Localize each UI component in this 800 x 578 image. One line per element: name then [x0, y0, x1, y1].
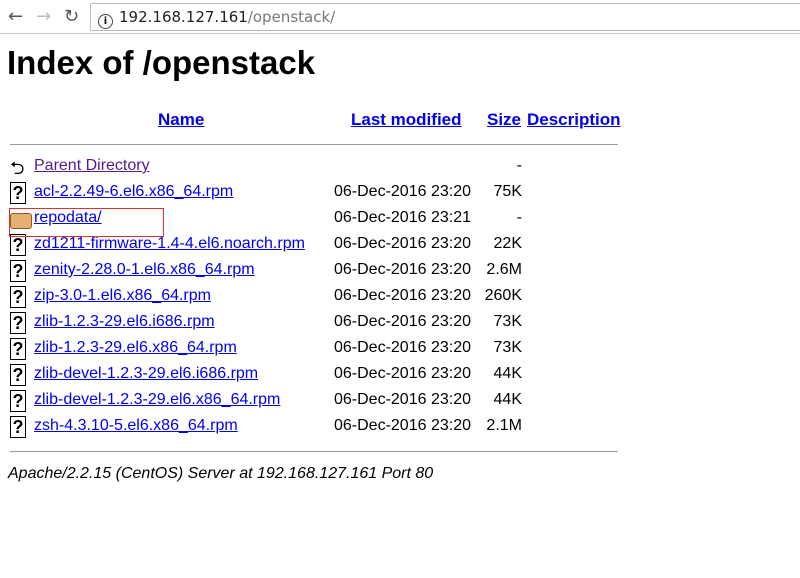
file-row: ? zlib-1.2.3-29.el6.i686.rpm 06-Dec-2016 2…	[0, 311, 620, 337]
last-modified: 06-Dec-2016 23:20	[334, 313, 471, 330]
sort-by-modified-link[interactable]: Last modified	[351, 110, 462, 130]
unknown-file-icon: ?	[10, 286, 26, 308]
file-link[interactable]: zip-3.0-1.el6.x86_64.rpm	[34, 287, 211, 305]
sort-by-size-link[interactable]: Size	[487, 110, 521, 130]
last-modified: 06-Dec-2016 23:20	[334, 365, 471, 382]
file-size: 73K	[493, 313, 522, 330]
file-link[interactable]: zlib-1.2.3-29.el6.x86_64.rpm	[34, 339, 237, 357]
file-size: 2.6M	[486, 261, 522, 278]
divider	[10, 144, 618, 145]
back-icon: ⮌	[10, 158, 25, 178]
file-size: 22K	[493, 235, 522, 252]
file-link[interactable]: zenity-2.28.0-1.el6.x86_64.rpm	[34, 261, 255, 279]
address-bar[interactable]: i 192.168.127.161/openstack/	[90, 3, 800, 31]
divider	[10, 451, 618, 452]
last-modified: 06-Dec-2016 23:20	[334, 261, 471, 278]
browser-toolbar: ← → ↻ i 192.168.127.161/openstack/	[0, 0, 800, 34]
file-size: 44K	[493, 391, 522, 408]
reload-button[interactable]: ↻	[64, 6, 79, 27]
file-size: 2.1M	[486, 417, 522, 434]
sort-by-description-link[interactable]: Description	[527, 110, 621, 130]
file-link[interactable]: zlib-1.2.3-29.el6.i686.rpm	[34, 313, 215, 331]
last-modified: 06-Dec-2016 23:20	[334, 287, 471, 304]
file-row: ? zlib-1.2.3-29.el6.x86_64.rpm 06-Dec-2016…	[0, 337, 620, 363]
file-row: ? acl-2.2.49-6.el6.x86_64.rpm 06-Dec-2016 …	[0, 181, 620, 207]
info-icon[interactable]: i	[98, 14, 113, 29]
page-title: Index of /openstack	[7, 44, 316, 81]
unknown-file-icon: ?	[10, 338, 26, 360]
last-modified: 06-Dec-2016 23:20	[334, 183, 471, 200]
sort-by-name-link[interactable]: Name	[158, 110, 204, 130]
file-size: 260K	[484, 287, 522, 304]
last-modified: 06-Dec-2016 23:20	[334, 235, 471, 252]
unknown-file-icon: ?	[10, 260, 26, 282]
file-row: ? zenity-2.28.0-1.el6.x86_64.rpm 06-Dec-20…	[0, 259, 620, 285]
file-size: -	[516, 157, 522, 174]
file-size: 73K	[493, 339, 522, 356]
file-link[interactable]: Parent Directory	[34, 157, 150, 175]
url-host: 192.168.127.161	[119, 8, 248, 26]
server-signature: Apache/2.2.15 (CentOS) Server at 192.168…	[8, 465, 434, 482]
file-row: ? zlib-devel-1.2.3-29.el6.i686.rpm 06-Dec-…	[0, 363, 620, 389]
unknown-file-icon: ?	[10, 182, 26, 204]
last-modified: 06-Dec-2016 23:20	[334, 339, 471, 356]
file-link[interactable]: zlib-devel-1.2.3-29.el6.x86_64.rpm	[34, 391, 280, 409]
unknown-file-icon: ?	[10, 312, 26, 334]
last-modified: 06-Dec-2016 23:21	[334, 209, 471, 226]
file-row: ? zip-3.0-1.el6.x86_64.rpm 06-Dec-2016 23:…	[0, 285, 620, 311]
file-row: ? zlib-devel-1.2.3-29.el6.x86_64.rpm 06-De…	[0, 389, 620, 415]
file-link[interactable]: zd1211-firmware-1.4-4.el6.noarch.rpm	[34, 235, 305, 253]
file-size: -	[516, 209, 522, 226]
highlight-box	[9, 208, 164, 237]
url-path: /openstack/	[247, 8, 336, 26]
forward-button[interactable]: →	[36, 6, 51, 27]
file-link[interactable]: acl-2.2.49-6.el6.x86_64.rpm	[34, 183, 233, 201]
file-size: 75K	[493, 183, 522, 200]
file-link[interactable]: zlib-devel-1.2.3-29.el6.i686.rpm	[34, 365, 258, 383]
unknown-file-icon: ?	[10, 364, 26, 386]
file-link[interactable]: zsh-4.3.10-5.el6.x86_64.rpm	[34, 417, 238, 435]
unknown-file-icon: ?	[10, 234, 26, 256]
last-modified: 06-Dec-2016 23:20	[334, 417, 471, 434]
last-modified: 06-Dec-2016 23:20	[334, 391, 471, 408]
file-row: ⮌ Parent Directory -	[0, 155, 620, 181]
unknown-file-icon: ?	[10, 390, 26, 412]
file-size: 44K	[493, 365, 522, 382]
back-button[interactable]: ←	[8, 6, 23, 27]
unknown-file-icon: ?	[10, 416, 26, 438]
file-row: ? zsh-4.3.10-5.el6.x86_64.rpm 06-Dec-2016 …	[0, 415, 620, 441]
